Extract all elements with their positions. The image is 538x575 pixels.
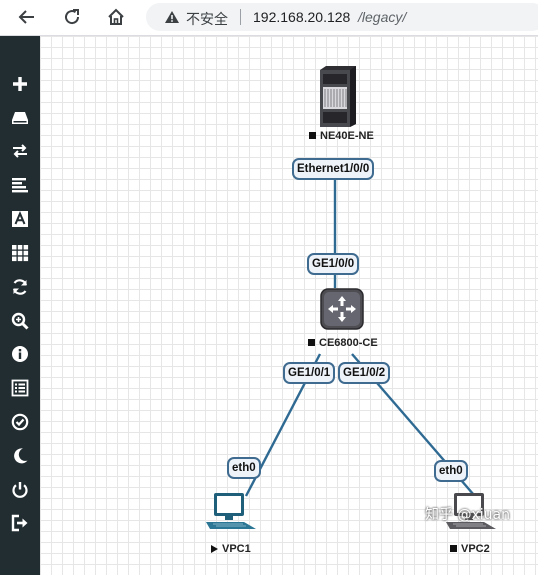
list-icon <box>11 379 29 397</box>
router-chassis-icon <box>320 66 356 127</box>
sidebar-item-zoom[interactable] <box>6 307 34 335</box>
browser-toolbar: 不安全 192.168.20.128 /legacy/ <box>0 0 538 36</box>
refresh-icon <box>12 279 28 295</box>
check-circle-icon <box>11 413 29 431</box>
node-state-stopped-icon <box>450 545 457 552</box>
pc-icon <box>206 493 256 529</box>
moon-icon <box>14 448 28 464</box>
port-label-ce6800-ge1-0-2[interactable]: GE1/0/2 <box>338 362 391 384</box>
node-state-stopped-icon <box>308 339 315 346</box>
sidebar-item-dark-mode[interactable] <box>6 442 34 470</box>
node-state-running-icon <box>211 545 218 553</box>
url-host: 192.168.20.128 <box>253 9 351 25</box>
node-ne40e[interactable] <box>316 64 360 128</box>
watermark: 知乎 @xiuan <box>425 507 510 523</box>
sidebar-item-nodes[interactable] <box>6 104 34 132</box>
home-icon <box>108 8 124 25</box>
node-label-vpc2[interactable]: VPC2 <box>450 543 490 555</box>
sidebar-item-networks[interactable] <box>6 137 34 165</box>
node-name-ne40e: NE40E-NE <box>320 130 374 142</box>
sidebar-item-status[interactable] <box>6 340 34 368</box>
sidebar-item-lock-lab[interactable] <box>6 408 34 436</box>
sidebar-item-startup-configs[interactable] <box>6 171 34 199</box>
power-icon <box>12 482 28 498</box>
node-state-stopped-icon <box>309 132 316 139</box>
zoom-icon <box>11 312 29 330</box>
topology-canvas[interactable]: NE40E-NE CE6800-CE VPC1 VPC2 Ethernet1/0… <box>40 36 538 575</box>
node-name-ce6800: CE6800-CE <box>319 337 378 349</box>
text-icon <box>12 210 28 227</box>
sidebar-item-refresh[interactable] <box>6 273 34 301</box>
switch-icon <box>320 288 364 330</box>
exchange-icon <box>13 144 27 158</box>
back-button[interactable] <box>14 4 40 30</box>
home-button[interactable] <box>103 4 129 30</box>
address-divider <box>240 9 241 25</box>
port-label-ce6800-ge1-0-0[interactable]: GE1/0/0 <box>307 253 360 275</box>
port-label-vpc2-eth0[interactable]: eth0 <box>434 460 468 482</box>
sidebar <box>0 36 40 575</box>
sign-out-icon <box>11 514 28 532</box>
info-icon <box>12 346 28 362</box>
node-label-ne40e[interactable]: NE40E-NE <box>309 130 374 142</box>
port-label-ce6800-ge1-0-1[interactable]: GE1/0/1 <box>283 362 336 384</box>
port-label-vpc1-eth0[interactable]: eth0 <box>227 457 261 479</box>
reload-icon <box>65 9 80 25</box>
reload-button[interactable] <box>59 4 85 30</box>
node-vpc1[interactable] <box>204 491 260 535</box>
sidebar-item-lab-list[interactable] <box>6 374 34 402</box>
hdd-icon <box>12 112 28 124</box>
sidebar-item-text[interactable] <box>6 205 34 233</box>
align-left-icon <box>12 178 28 193</box>
back-arrow-icon <box>18 10 34 24</box>
port-label-ne40e-ethernet1-0-0[interactable]: Ethernet1/0/0 <box>292 158 375 180</box>
plus-icon <box>13 77 27 91</box>
grid-icon <box>12 245 29 262</box>
node-ce6800[interactable] <box>319 287 365 331</box>
not-secure-label[interactable]: 不安全 <box>186 9 228 29</box>
url-path: /legacy/ <box>358 9 407 25</box>
node-name-vpc1: VPC1 <box>222 543 251 555</box>
node-label-ce6800[interactable]: CE6800-CE <box>308 337 378 349</box>
sidebar-item-close-lab[interactable] <box>6 476 34 504</box>
node-name-vpc2: VPC2 <box>461 543 490 555</box>
sidebar-item-add[interactable] <box>6 70 34 98</box>
sidebar-item-more-actions[interactable] <box>6 239 34 267</box>
sidebar-item-logout[interactable] <box>6 509 34 537</box>
warning-icon <box>165 11 179 23</box>
address-bar[interactable]: 不安全 192.168.20.128 /legacy/ <box>146 3 538 31</box>
node-label-vpc1[interactable]: VPC1 <box>211 543 251 555</box>
